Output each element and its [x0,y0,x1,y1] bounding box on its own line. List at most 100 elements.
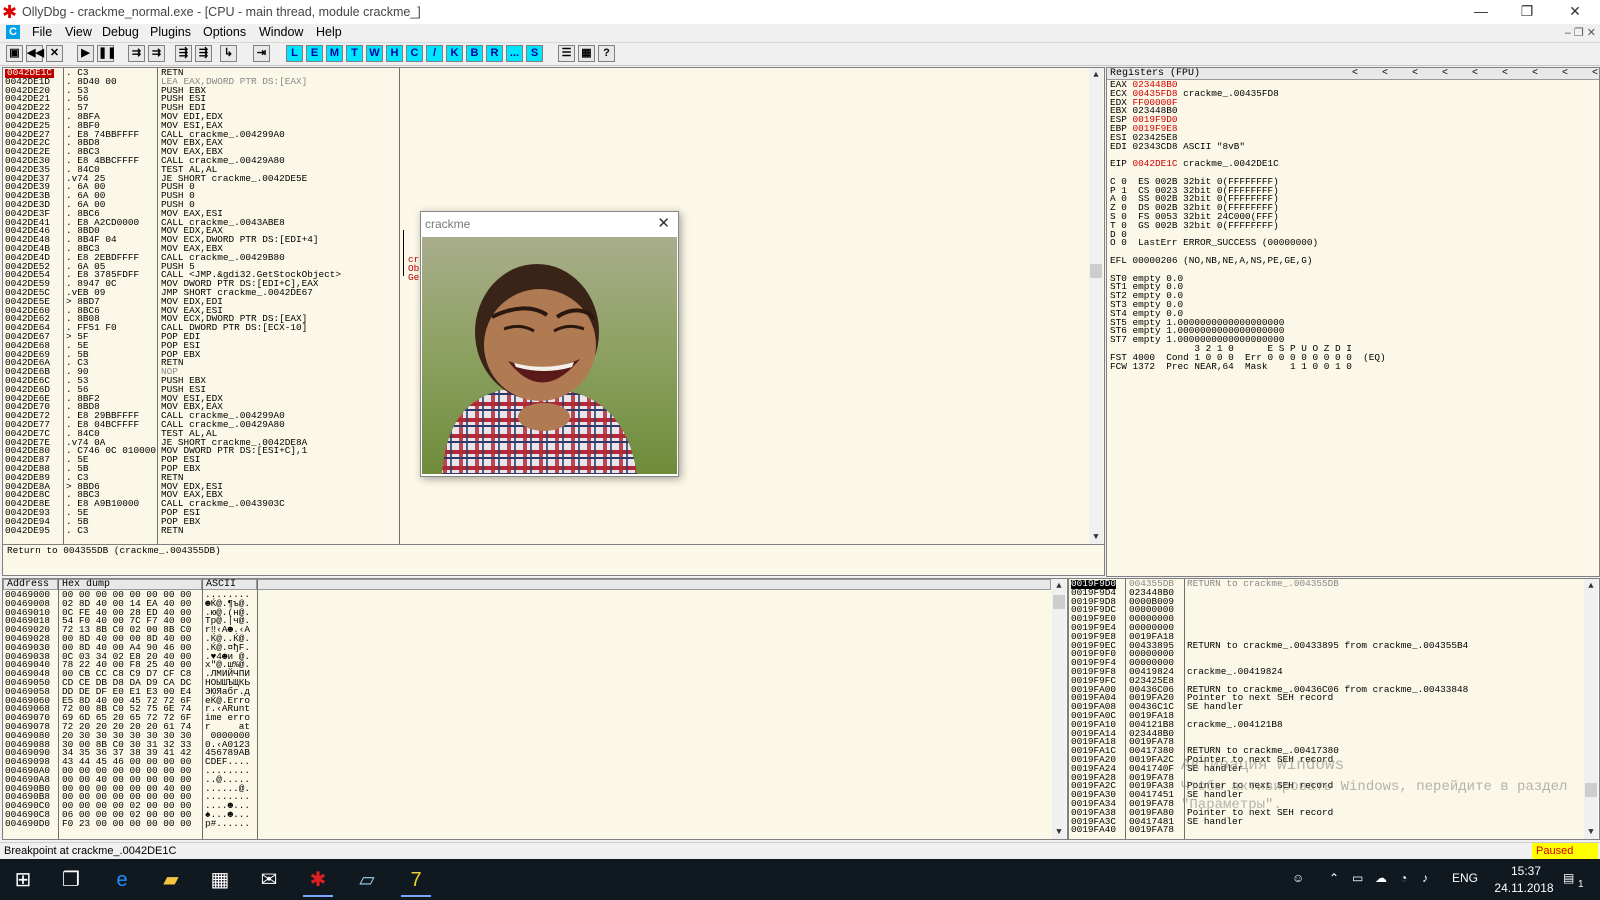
column-separator [1125,579,1126,839]
start-icon[interactable]: ⊞ [8,865,38,895]
call-stack-window-button[interactable]: K [446,45,463,62]
stack-pane[interactable]: 0019F9D0 004355DB RETURN to crackme_.00435… [1068,578,1600,840]
menu-options[interactable]: Options [203,25,246,39]
menu-plugins[interactable]: Plugins [150,25,191,39]
battery-icon[interactable]: ▭ [1352,871,1363,885]
close-button[interactable]: ✕ [1552,0,1598,24]
run-icon[interactable]: ▶ [77,45,94,62]
minimize-button[interactable]: — [1458,0,1504,24]
goto-icon[interactable]: ⇥ [253,45,270,62]
scroll-down-icon[interactable]: ▼ [1089,530,1103,544]
register-line[interactable]: O 0 LastErr ERROR_SUCCESS (00000000) [1110,238,1318,248]
registers-header[interactable]: Registers (FPU) < < < < < < < < < [1107,68,1599,80]
clock-date[interactable]: 24.11.2018 [1490,881,1558,895]
stack-comment: RETURN to crackme_.004355DB [1187,578,1339,589]
scroll-up-icon[interactable]: ▲ [1052,579,1066,593]
register-line[interactable]: EFL 00000206 (NO,NB,NE,A,NS,PE,GE,G) [1110,256,1313,266]
info-pane: Return to 004355DB (crackme_.004355DB) [2,544,1105,576]
scroll-up-icon[interactable]: ▲ [1584,579,1598,593]
task-view-icon[interactable]: ❐ [56,865,86,895]
cpu-window-icon[interactable]: C [6,25,20,39]
rewind-icon[interactable]: ◀◀ [26,45,44,62]
stack-comment: crackme_.004121B8 [1187,718,1283,730]
toolbar: ▣ ◀◀ ✕ ▶ ❚❚ ⇉ ⇉ ⇶ ⇶ ↳ ⇥ L E M T W H C / … [0,43,1600,66]
people-icon[interactable]: ☺ [1292,871,1304,885]
seven-zip-icon[interactable]: 7 [401,865,431,897]
step-into-icon[interactable]: ⇉ [128,45,145,62]
scroll-down-icon[interactable]: ▼ [1052,825,1066,839]
hex-bytes: F0 23 00 00 00 00 00 00 [62,817,192,829]
execute-till-return-icon[interactable]: ↳ [220,45,237,62]
restore-button[interactable]: ❐ [1504,0,1550,24]
hex-dump-pane[interactable]: Address Hex dump ASCII 00469000 00 00 00 … [2,578,1068,840]
show-hidden-icons-icon[interactable]: ⌃ [1329,871,1339,885]
menu-view[interactable]: View [65,25,92,39]
run-trace-window-button[interactable]: ... [506,45,523,62]
source-window-button[interactable]: S [526,45,543,62]
status-bar: Breakpoint at crackme_.0042DE1C Paused [0,842,1600,860]
scroll-thumb[interactable] [1053,595,1065,609]
cpu-window-button[interactable]: C [406,45,423,62]
windows-window-button[interactable]: W [366,45,383,62]
register-line[interactable]: EIP 0042DE1C crackme_.0042DE1C [1110,158,1279,170]
notifications-icon[interactable]: ▤ [1563,871,1574,885]
trace-over-icon[interactable]: ⇶ [195,45,212,62]
volume-icon[interactable]: ♪ [1422,871,1428,885]
close-program-icon[interactable]: ✕ [46,45,63,62]
patches-window-button[interactable]: / [426,45,443,62]
clock-time[interactable]: 15:37 [1498,864,1554,878]
step-over-icon[interactable]: ⇉ [148,45,165,62]
column-separator [399,68,400,544]
list-icon[interactable]: ☰ [558,45,575,62]
registers-pane[interactable]: Registers (FPU) < < < < < < < < < EAX 02… [1106,67,1600,577]
scroll-up-icon[interactable]: ▲ [1089,68,1103,82]
activation-watermark-text: "Параметры". [1181,797,1282,813]
crackme-dialog[interactable]: crackme ✕ [420,211,679,477]
grid-icon[interactable]: ▦ [578,45,595,62]
app-taskbar-icon[interactable]: ▱ [352,865,382,895]
stack-scrollbar[interactable]: ▲ ▼ [1584,579,1598,839]
menu-help[interactable]: Help [316,25,342,39]
disassembly-scrollbar[interactable]: ▲ ▼ [1089,68,1103,544]
help-icon[interactable]: ? [598,45,615,62]
register-line[interactable]: FCW 1372 Prec NEAR,64 Mask 1 1 0 0 1 0 [1110,361,1352,372]
dialog-close-icon[interactable]: ✕ [657,214,670,232]
breakpoints-window-button[interactable]: B [466,45,483,62]
menu-window[interactable]: Window [259,25,303,39]
open-icon[interactable]: ▣ [6,45,23,62]
log-window-button[interactable]: L [286,45,303,62]
menu-debug[interactable]: Debug [102,25,139,39]
language-indicator[interactable]: ENG [1452,871,1478,885]
scroll-thumb[interactable] [1090,264,1102,278]
scroll-down-icon[interactable]: ▼ [1584,825,1598,839]
onedrive-icon[interactable]: ☁ [1375,871,1387,885]
network-icon[interactable]: ◔ [1400,871,1407,885]
executables-window-button[interactable]: E [306,45,323,62]
menu-file[interactable]: File [32,25,52,39]
edge-browser-icon[interactable]: e [107,865,137,895]
register-line[interactable]: EDI 02343CD8 ASCII "8vB" [1110,141,1245,152]
hex-dump-scrollbar[interactable]: ▲ ▼ [1052,579,1066,839]
register-comment: crackme_.00435FD8 [1177,87,1279,99]
trace-into-icon[interactable]: ⇶ [175,45,192,62]
ollydbg-taskbar-icon[interactable]: ✱ [303,865,333,897]
pause-icon[interactable]: ❚❚ [97,45,116,62]
memory-window-button[interactable]: M [326,45,343,62]
register-line[interactable]: T 0 GS 002B 32bit 0(FFFFFFFF) [1110,221,1279,231]
activation-watermark-text: Чтобы активировать Windows, перейдите в … [1181,779,1568,795]
threads-window-button[interactable]: T [346,45,363,62]
register-view-arrows[interactable]: < < < < < < < < < [1352,68,1598,79]
mail-icon[interactable]: ✉ [254,865,284,895]
column-separator [202,579,203,839]
mdi-window-buttons[interactable]: – ❐ ✕ [1565,26,1596,39]
hex-address: 004690D0 [5,817,51,829]
handles-window-button[interactable]: H [386,45,403,62]
scroll-thumb[interactable] [1585,783,1597,797]
taskbar: ⊞ ❐ e ▰ ▦ ✉ ✱ ▱ 7 ☺ ⌃ ▭ ☁ ◔ ♪ ENG 15:37 … [0,859,1600,900]
stack-comment: SE handler [1187,701,1244,713]
references-window-button[interactable]: R [486,45,503,62]
store-icon[interactable]: ▦ [205,865,235,895]
file-explorer-icon[interactable]: ▰ [156,865,186,895]
register-name: EIP [1110,158,1133,170]
comment-column: cr Ob Ge [408,255,419,282]
